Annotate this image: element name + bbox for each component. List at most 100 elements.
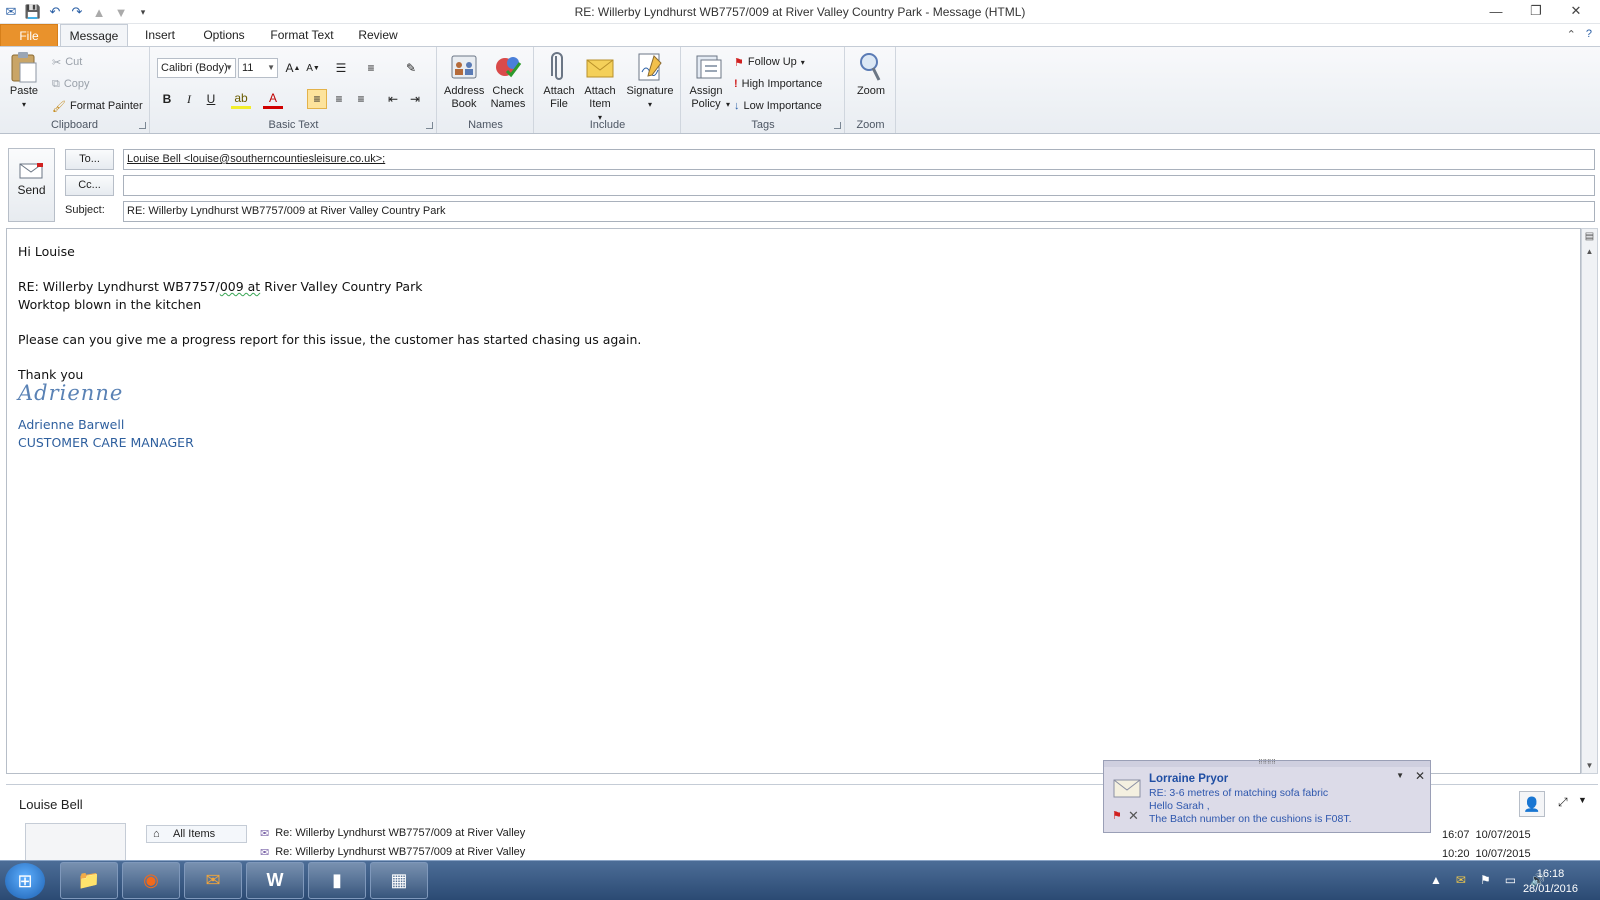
network-icon[interactable]: ▭ <box>1505 873 1516 887</box>
envelope-icon <box>584 51 616 83</box>
alert-preview-line: Hello Sarah , <box>1149 800 1210 812</box>
italic-icon[interactable]: I <box>179 89 199 109</box>
help-icon[interactable]: ? <box>1586 28 1592 41</box>
clipboard-launcher-icon[interactable] <box>139 122 146 129</box>
zoom-group: Zoom Zoom <box>846 47 896 133</box>
explorer-taskbar-icon[interactable]: 📁 <box>60 862 118 899</box>
check-names-button[interactable]: Check Names <box>486 51 530 111</box>
firefox-taskbar-icon[interactable]: ◉ <box>122 862 180 899</box>
bullets-icon[interactable]: ☰ <box>331 58 351 78</box>
copy-button[interactable]: ⧉ Copy <box>52 75 90 93</box>
clipboard-group: Paste ▾ ✂ Cut ⧉ Copy 🖌 Format Painter Clipbo… <box>0 47 150 133</box>
magnifier-icon <box>855 51 887 83</box>
body-scrollbar[interactable]: ▤ ▲ ▼ <box>1581 228 1598 774</box>
alert-menu-icon[interactable]: ▼ <box>1396 771 1404 780</box>
underline-icon[interactable]: U <box>201 89 221 109</box>
follow-up-button[interactable]: ⚑ Follow Up ▾ <box>734 53 805 71</box>
tab-insert[interactable]: Insert <box>134 24 186 47</box>
signature-button[interactable]: Signature ▾ <box>623 51 677 111</box>
collapse-pane-icon[interactable]: ▼ <box>1578 795 1587 805</box>
tab-format-text[interactable]: Format Text <box>266 24 338 47</box>
envelope-icon <box>1112 775 1142 802</box>
new-mail-alert[interactable]: ⠿⠿⠿⠿ Lorraine Pryor RE: 3-6 metres of ma… <box>1103 760 1431 833</box>
mail-notification-icon[interactable]: ✉ <box>1456 873 1466 887</box>
windows-start-icon[interactable]: ⊞ <box>5 863 45 899</box>
mail-reply-icon: ✉ <box>260 827 270 840</box>
format-painter-button[interactable]: 🖌 Format Painter <box>52 97 143 115</box>
address-book-button[interactable]: Address Book <box>442 51 486 111</box>
cut-button[interactable]: ✂ Cut <box>52 53 82 71</box>
align-right-icon[interactable]: ≡ <box>351 89 371 109</box>
maximize-icon[interactable]: ❐ <box>1516 0 1556 22</box>
close-icon[interactable]: ✕ <box>1556 0 1596 22</box>
basic-text-launcher-icon[interactable] <box>426 122 433 129</box>
font-name-combo[interactable]: Calibri (Body) ▼ <box>157 58 236 78</box>
contact-card-icon[interactable]: 👤 <box>1519 791 1545 817</box>
list-item[interactable]: ✉ Re: Willerby Lyndhurst WB7757/009 at Ri… <box>260 824 525 842</box>
increase-indent-icon[interactable]: ⇥ <box>405 89 425 109</box>
outlook-taskbar-icon[interactable]: ✉ <box>184 862 242 899</box>
bold-icon[interactable]: B <box>157 89 177 109</box>
subject-label: Subject: <box>65 204 105 216</box>
ruler-icon[interactable]: ▤ <box>1582 229 1597 244</box>
highlight-icon[interactable]: ab <box>231 89 251 109</box>
scroll-up-icon[interactable]: ▲ <box>1582 244 1597 259</box>
tags-launcher-icon[interactable] <box>834 122 841 129</box>
cc-field[interactable] <box>123 175 1595 196</box>
address-book-icon <box>448 51 480 83</box>
word-taskbar-icon[interactable]: W <box>246 862 304 899</box>
signature-role: CUSTOMER CARE MANAGER <box>18 435 194 450</box>
tab-options[interactable]: Options <box>195 24 253 47</box>
minimize-ribbon-icon[interactable]: ⌃ <box>1567 28 1576 41</box>
expand-pane-icon[interactable]: ⤢ <box>1558 795 1568 810</box>
low-importance-button[interactable]: ↓ Low Importance <box>734 97 822 115</box>
numbering-icon[interactable]: ≡ <box>361 58 381 78</box>
taskbar-clock[interactable]: 16:18 28/01/2016 <box>1523 867 1578 897</box>
greeting: Hi Louise <box>18 244 75 259</box>
tab-message[interactable]: Message <box>60 24 128 47</box>
ribbon: Paste ▾ ✂ Cut ⧉ Copy 🖌 Format Painter Clipbo… <box>0 46 1600 134</box>
scroll-down-icon[interactable]: ▼ <box>1582 758 1597 773</box>
tray-expand-icon[interactable]: ▲ <box>1430 873 1442 887</box>
font-size-combo[interactable]: 11 ▼ <box>238 58 278 78</box>
avatar <box>25 823 126 863</box>
cc-button[interactable]: Cc... <box>65 175 114 196</box>
flag-icon: ⚑ <box>734 56 744 69</box>
phone-taskbar-icon[interactable]: ▮ <box>308 862 366 899</box>
recipient-chip[interactable]: Louise Bell <louise@southerncountiesleis… <box>127 153 385 165</box>
to-button[interactable]: To... <box>65 149 114 170</box>
delete-icon[interactable]: ✕ <box>1128 808 1139 824</box>
tab-file[interactable]: File <box>0 24 58 47</box>
send-button[interactable]: Send <box>8 148 55 222</box>
paste-button[interactable]: Paste ▾ <box>6 51 42 111</box>
assign-policy-button[interactable]: Assign Policy ▾ <box>686 51 730 111</box>
paperclip-icon <box>543 51 575 83</box>
list-item-date: 16:07 10/07/2015 <box>1442 829 1531 841</box>
attach-file-button[interactable]: Attach File <box>539 51 579 111</box>
names-group: Address Book Check Names Names <box>438 47 534 133</box>
zoom-button[interactable]: Zoom <box>850 51 892 98</box>
subject-field[interactable]: RE: Willerby Lyndhurst WB7757/009 at Riv… <box>123 201 1595 222</box>
minimize-icon[interactable]: — <box>1476 0 1516 22</box>
shrink-font-icon[interactable]: A ▼ <box>303 58 323 78</box>
grow-font-icon[interactable]: A ▲ <box>283 58 303 78</box>
to-field[interactable]: Louise Bell <louise@southerncountiesleis… <box>123 149 1595 170</box>
calendar-app-taskbar-icon[interactable]: ▦ <box>370 862 428 899</box>
attach-item-button[interactable]: Attach Item ▾ <box>579 51 621 124</box>
clear-formatting-icon[interactable]: ✎ <box>401 58 421 78</box>
flag-icon[interactable]: ⚑ <box>1112 809 1122 822</box>
close-icon[interactable]: ✕ <box>1415 769 1425 783</box>
tab-review[interactable]: Review <box>350 24 406 47</box>
decrease-indent-icon[interactable]: ⇤ <box>383 89 403 109</box>
list-item[interactable]: ✉ Re: Willerby Lyndhurst WB7757/009 at Ri… <box>260 843 525 861</box>
action-center-flag-icon[interactable]: ⚑ <box>1480 873 1491 887</box>
align-left-icon[interactable]: ≡ <box>307 89 327 109</box>
font-color-icon[interactable]: A <box>263 89 283 109</box>
all-items-filter[interactable]: ⌂ All Items <box>146 825 247 843</box>
high-importance-button[interactable]: ! High Importance <box>734 75 822 93</box>
message-body[interactable]: Hi Louise RE: Willerby Lyndhurst WB7757/… <box>6 228 1581 774</box>
drag-handle[interactable]: ⠿⠿⠿⠿ <box>1104 760 1430 767</box>
spelling-flag[interactable]: 009 at <box>220 279 260 294</box>
align-center-icon[interactable]: ≡ <box>329 89 349 109</box>
send-icon <box>9 161 54 183</box>
